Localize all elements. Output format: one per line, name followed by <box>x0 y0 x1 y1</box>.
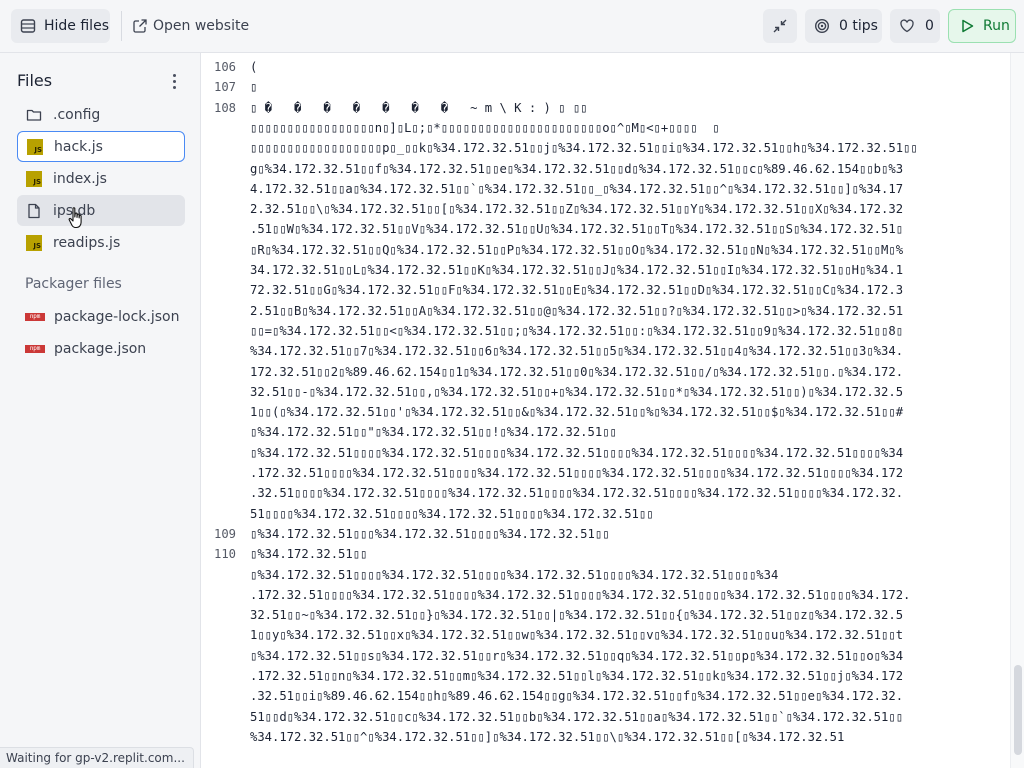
code-line: ▯%34.172.32.51▯▯▯▯%34.172.32.51▯▯▯▯%34.1… <box>250 567 779 582</box>
code-line: .172.32.51▯▯▯▯%34.172.32.51▯▯▯▯%34.172.3… <box>250 466 904 480</box>
code-line: ▯▯▯▯▯▯▯▯▯▯▯▯▯▯▯▯▯▯p▯_▯▯k▯%34.172.32.51▯▯… <box>250 141 918 156</box>
code-line: 2.51▯▯B▯%34.172.32.51▯▯A▯%34.172.32.51▯▯… <box>250 303 904 318</box>
js-icon: JS <box>27 138 43 155</box>
code-line: %34.172.32.51▯▯^▯%34.172.32.51▯▯]▯%34.17… <box>250 729 845 744</box>
more-options-icon[interactable] <box>166 70 182 92</box>
run-button[interactable]: Run <box>948 9 1016 43</box>
code-line: 1▯▯(▯%34.172.32.51▯▯'▯%34.172.32.51▯▯&▯%… <box>250 405 904 420</box>
hand-pointer-cursor-icon <box>68 206 86 230</box>
file-explorer: Files .config JS hack.js JS index.js ips… <box>0 53 201 768</box>
code-line: ▯%34.172.32.51▯▯▯▯%34.172.32.51▯▯▯▯%34.1… <box>250 445 904 460</box>
file-item-package-lock-json[interactable]: npm package-lock.json <box>25 305 180 329</box>
line-number: 108 <box>213 100 236 115</box>
sidebar-toggle-icon <box>20 18 36 34</box>
code-line: 34.172.32.51▯▯L▯%34.172.32.51▯▯K▯%34.172… <box>250 263 904 277</box>
line-number: 106 <box>213 60 236 74</box>
npm-icon: npm <box>25 313 45 321</box>
line-number: 109 <box>213 526 236 541</box>
heart-icon <box>899 18 915 34</box>
files-title: Files <box>17 71 53 90</box>
collapse-button[interactable] <box>763 9 797 43</box>
code-line: g▯%34.172.32.51▯▯f▯%34.172.32.51▯▯e▯%34.… <box>250 161 904 176</box>
code-line: .32.51▯▯i▯%89.46.62.154▯▯h▯%89.46.62.154… <box>250 689 904 704</box>
packager-files-heading: Packager files <box>25 276 122 292</box>
file-name: .config <box>53 106 101 123</box>
editor-scrollbar[interactable] <box>1010 53 1024 768</box>
code-line: 1▯▯y▯%34.172.32.51▯▯x▯%34.172.32.51▯▯w▯%… <box>250 628 904 643</box>
code-line: .32.51▯▯▯▯%34.172.32.51▯▯▯▯%34.172.32.51… <box>250 486 904 501</box>
code-line: .51▯▯W▯%34.172.32.51▯▯V▯%34.172.32.51▯▯U… <box>250 222 904 237</box>
code-line: 4.172.32.51▯▯a▯%34.172.32.51▯▯`▯%34.172.… <box>250 181 904 196</box>
like-count: 0 <box>925 18 934 34</box>
hide-files-label: Hide files <box>44 18 109 34</box>
code-editor[interactable]: 106 (107 ▯ 108 ▯ � � � � � � � ~ m \ K : ) ▯… <box>202 53 1010 768</box>
code-line: 72.32.51▯▯G▯%34.172.32.51▯▯F▯%34.172.32.… <box>250 283 904 298</box>
tips-button[interactable]: 0 tips <box>805 9 882 43</box>
file-item-package-json[interactable]: npm package.json <box>25 337 146 361</box>
file-item-hack-js[interactable]: JS hack.js <box>17 131 185 162</box>
npm-icon: npm <box>25 345 45 353</box>
file-icon <box>26 203 42 219</box>
hide-files-button[interactable]: Hide files <box>11 9 110 43</box>
scrollbar-thumb[interactable] <box>1014 665 1022 755</box>
code-line: %34.172.32.51▯▯7▯%34.172.32.51▯▯6▯%34.17… <box>250 344 904 359</box>
code-line: 172.32.51▯▯2▯%89.46.62.154▯▯1▯%34.172.32… <box>250 364 904 379</box>
code-line: 51▯▯▯▯%34.172.32.51▯▯▯▯%34.172.32.51▯▯▯▯… <box>250 506 654 521</box>
header-divider <box>121 11 122 41</box>
code-line: ▯%34.172.32.51▯▯▯%34.172.32.51▯▯▯▯%34.17… <box>250 526 610 541</box>
file-name: index.js <box>53 170 107 187</box>
tips-label: 0 tips <box>839 18 878 34</box>
file-name: readips.js <box>53 234 121 251</box>
play-icon <box>959 18 975 34</box>
code-line: .172.32.51▯▯▯▯%34.172.32.51▯▯▯▯%34.172.3… <box>250 587 911 602</box>
status-bar: Waiting for gp-v2.replit.com... <box>0 747 194 768</box>
tips-spiral-icon <box>814 18 830 34</box>
line-number: 110 <box>213 547 236 562</box>
file-name: hack.js <box>54 138 103 155</box>
file-item-index-js[interactable]: JS index.js <box>17 163 185 194</box>
code-line: 32.51▯▯-▯%34.172.32.51▯▯,▯%34.172.32.51▯… <box>250 384 904 399</box>
code-line: ▯ � � � � � � � ~ m \ K : ) ▯ ▯▯ <box>250 100 588 115</box>
code-line: ▯%34.172.32.51▯▯"▯%34.172.32.51▯▯!▯%34.1… <box>250 425 617 440</box>
js-icon: JS <box>26 234 42 251</box>
collapse-arrows-icon <box>772 18 788 34</box>
code-line: ▯R▯%34.172.32.51▯▯Q▯%34.172.32.51▯▯P▯%34… <box>250 242 904 257</box>
like-button[interactable]: 0 <box>890 9 940 43</box>
code-line: .172.32.51▯▯n▯%34.172.32.51▯▯m▯%34.172.3… <box>250 669 904 683</box>
file-item-config-folder[interactable]: .config <box>17 99 185 130</box>
external-link-icon <box>132 18 148 34</box>
folder-icon <box>26 107 42 123</box>
code-line: 2.32.51▯▯\▯%34.172.32.51▯▯[▯%34.172.32.5… <box>250 202 904 217</box>
run-label: Run <box>983 18 1010 34</box>
code-line: ▯▯▯▯▯▯▯▯▯▯▯▯▯▯▯▯▯n▯]▯L▯;▯*▯▯▯▯▯▯▯▯▯▯▯▯▯▯… <box>250 120 720 135</box>
file-name: package.json <box>54 341 147 357</box>
code-line: 32.51▯▯~▯%34.172.32.51▯▯}▯%34.172.32.51▯… <box>250 608 904 623</box>
code-line: 51▯▯d▯%34.172.32.51▯▯c▯%34.172.32.51▯▯b▯… <box>250 709 904 724</box>
open-website-label: Open website <box>153 18 250 34</box>
file-name: package-lock.json <box>54 309 180 325</box>
code-line: ▯%34.172.32.51▯▯s▯%34.172.32.51▯▯r▯%34.1… <box>250 648 904 663</box>
code-line: ( <box>250 60 258 74</box>
code-line: ▯ <box>250 80 258 95</box>
workspace-header: Hide files Open website 0 tips 0 Run <box>0 0 1024 53</box>
file-item-ips-db[interactable]: ips.db <box>17 195 185 226</box>
js-icon: JS <box>26 170 42 187</box>
open-website-button[interactable]: Open website <box>130 9 250 43</box>
line-number: 107 <box>213 80 236 95</box>
code-line: ▯%34.172.32.51▯▯ <box>250 547 368 562</box>
code-line: ▯▯=▯%34.172.32.51▯▯<▯%34.172.32.51▯▯;▯%3… <box>250 323 904 338</box>
file-item-readips-js[interactable]: JS readips.js <box>17 227 185 258</box>
